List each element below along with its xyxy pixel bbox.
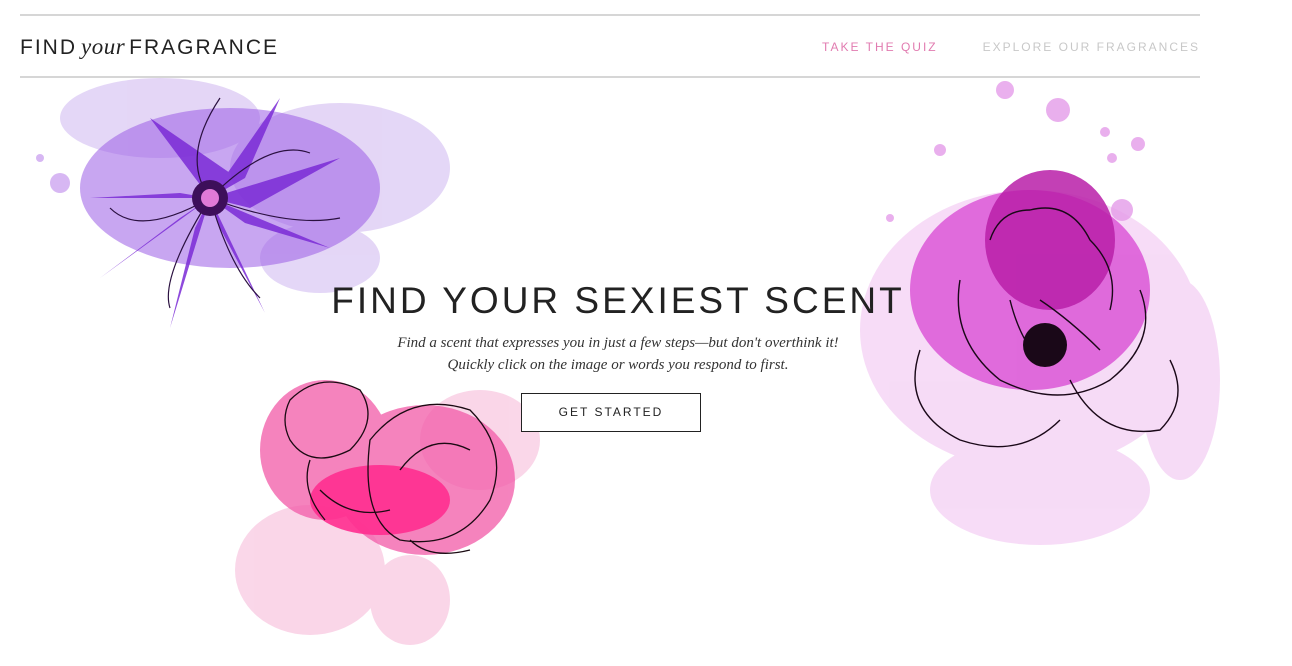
get-started-button[interactable]: GET STARTED xyxy=(521,393,701,432)
hero-title: FIND YOUR SEXIEST SCENT xyxy=(331,280,905,321)
site-logo[interactable]: FIND your FRAGRANCE xyxy=(20,34,279,60)
hero-subtitle: Find a scent that expresses you in just … xyxy=(28,332,1208,376)
hero-subtitle-line1: Find a scent that expresses you in just … xyxy=(397,335,839,351)
nav-take-the-quiz[interactable]: TAKE THE QUIZ xyxy=(822,40,938,54)
logo-text-fragrance: FRAGRANCE xyxy=(129,36,280,59)
hero-subtitle-line2: Quickly click on the image or words you … xyxy=(447,357,789,373)
logo-text-find: FIND xyxy=(20,36,77,59)
nav-explore-fragrances[interactable]: EXPLORE OUR FRAGRANCES xyxy=(983,40,1200,54)
logo-text-your: your xyxy=(81,34,126,59)
hero-section: FIND YOUR SEXIEST SCENT Find a scent tha… xyxy=(20,280,1200,432)
site-header: FIND your FRAGRANCE TAKE THE QUIZ EXPLORE … xyxy=(20,14,1200,78)
top-nav: TAKE THE QUIZ EXPLORE OUR FRAGRANCES xyxy=(822,40,1200,54)
page-frame: FIND your FRAGRANCE TAKE THE QUIZ EXPLORE … xyxy=(20,0,1220,666)
